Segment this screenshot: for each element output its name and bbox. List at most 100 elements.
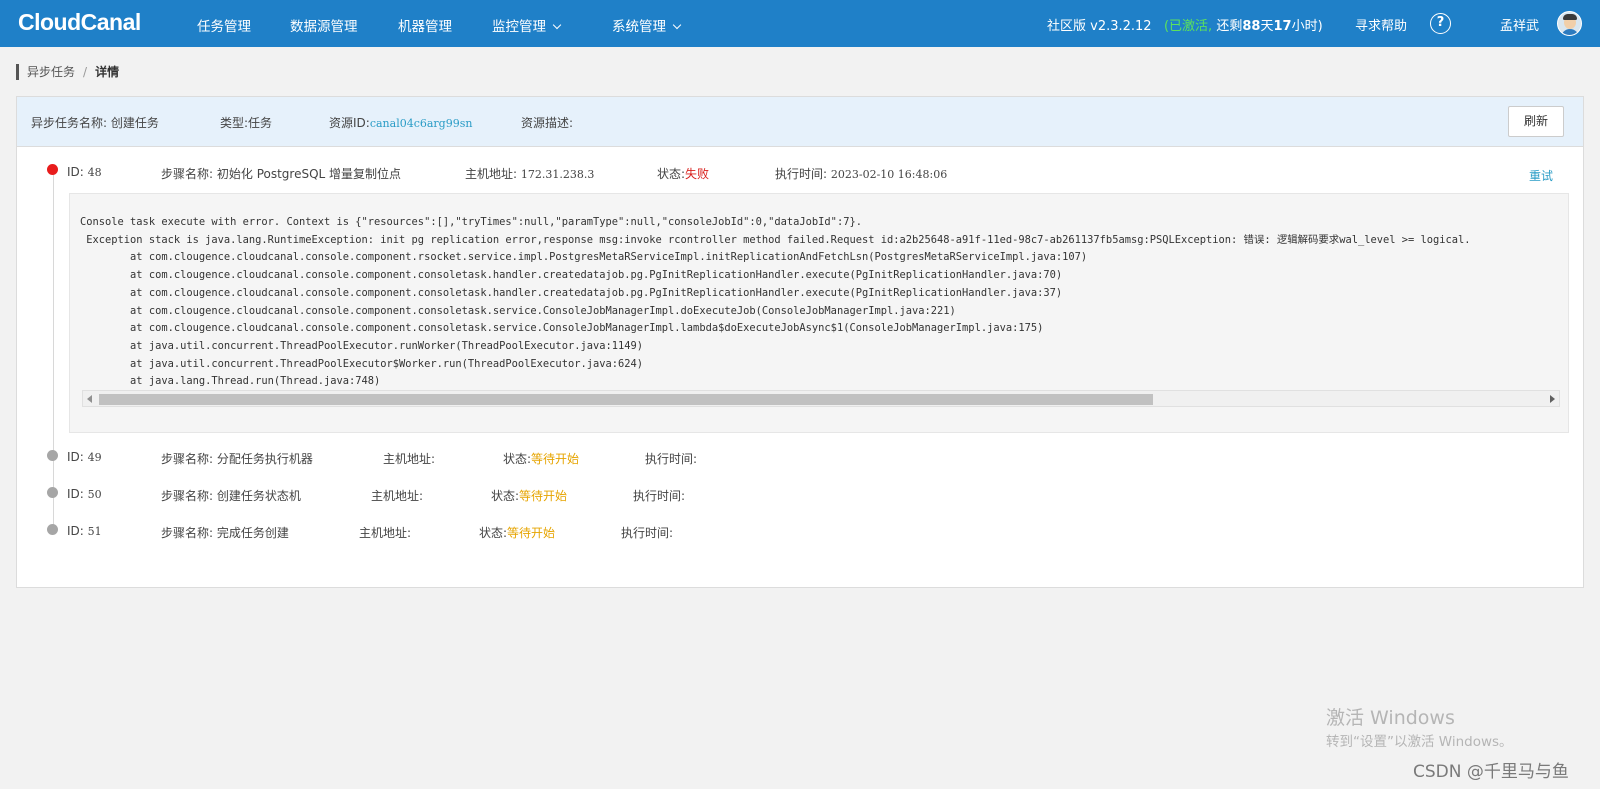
step-exec-time: 执行时间: [621, 524, 673, 541]
step-id-label: ID: [67, 487, 84, 501]
step-host: 主机地址: [383, 450, 435, 467]
step-name: 步骤名称: 分配任务执行机器 [161, 450, 313, 467]
task-name: 异步任务名称: 创建任务 [31, 114, 159, 131]
step-id-label: ID: [67, 165, 84, 179]
breadcrumb-current: 详情 [95, 65, 120, 79]
error-log-box: Console task execute with error. Context… [69, 193, 1569, 433]
task-type: 类型:任务 [220, 114, 272, 131]
remain-suffix: 小时) [1291, 19, 1323, 34]
error-log-text[interactable]: Console task execute with error. Context… [80, 214, 1555, 394]
step-host: 主机地址: [359, 524, 411, 541]
step-id: ID: 48 [67, 165, 102, 179]
task-type-value: 任务 [248, 116, 273, 130]
resource-id-label: 资源ID: [329, 116, 370, 130]
log-line: at com.clougence.cloudcanal.console.comp… [80, 304, 956, 317]
log-line: at com.clougence.cloudcanal.console.comp… [80, 286, 1063, 299]
step-time-label: 执行时间: [645, 452, 698, 466]
scrollbar-thumb[interactable] [99, 394, 1153, 405]
nav-task-management[interactable]: 任务管理 [197, 15, 251, 35]
step-failed-dot [47, 164, 58, 175]
log-line: Console task execute with error. Context… [80, 216, 862, 228]
breadcrumb: 异步任务 / 详情 [16, 64, 119, 80]
step-time-label: 执行时间: [621, 526, 674, 540]
step-status-value: 等待开始 [531, 452, 580, 466]
step-status: 状态:等待开始 [491, 487, 567, 504]
log-line: Exception stack is java.lang.RuntimeExce… [80, 233, 1471, 246]
nav-machine-management[interactable]: 机器管理 [398, 15, 452, 35]
task-name-label: 异步任务名称: [31, 116, 108, 130]
step-host: 主机地址: [371, 487, 423, 504]
avatar[interactable] [1557, 11, 1582, 36]
step-exec-time: 执行时间: 2023-02-10 16:48:06 [775, 165, 947, 182]
step-exec-time: 执行时间: [633, 487, 685, 504]
refresh-button[interactable]: 刷新 [1508, 106, 1564, 137]
horizontal-scrollbar[interactable] [82, 390, 1560, 407]
step-status-value: 等待开始 [507, 526, 556, 540]
log-line: at com.clougence.cloudcanal.console.comp… [80, 269, 1063, 282]
chevron-down-icon [552, 20, 562, 30]
step-status: 状态:等待开始 [503, 450, 579, 467]
step-name: 步骤名称: 创建任务状态机 [161, 487, 301, 504]
avatar-hair [1563, 14, 1577, 20]
scroll-right-arrow-icon[interactable] [1550, 395, 1555, 403]
nav-label: 任务管理 [197, 19, 251, 35]
remain-hours: 17 [1273, 19, 1292, 34]
step-status-value: 等待开始 [519, 489, 568, 503]
task-type-label: 类型: [220, 116, 249, 130]
resource-desc: 资源描述: [521, 114, 573, 131]
nav-system-management[interactable]: 系统管理 [612, 15, 682, 35]
step-name-label: 步骤名称: [161, 489, 214, 503]
step-time-label: 执行时间: [633, 489, 686, 503]
nav-label: 监控管理 [492, 19, 546, 35]
question-mark-icon[interactable]: ? [1430, 13, 1451, 34]
scroll-left-arrow-icon[interactable] [87, 395, 92, 403]
step-name-label: 步骤名称: [161, 526, 214, 540]
log-line: at java.lang.Thread.run(Thread.java:748) [80, 375, 381, 388]
resource-id-link[interactable]: canal04c6arg99sn [370, 117, 473, 130]
resource-desc-label: 资源描述: [521, 116, 574, 130]
help-link[interactable]: 寻求帮助 [1355, 15, 1407, 34]
step-id-label: ID: [67, 524, 84, 538]
log-line: at com.clougence.cloudcanal.console.comp… [80, 251, 1088, 264]
windows-activation-subtitle: 转到“设置”以激活 Windows。 [1326, 734, 1513, 750]
remain-prefix: 还剩 [1216, 19, 1243, 34]
username[interactable]: 孟祥武 [1500, 15, 1539, 34]
step-host-value: 172.31.238.3 [520, 168, 595, 181]
breadcrumb-separator: / [83, 65, 88, 79]
step-name-label: 步骤名称: [161, 452, 214, 466]
nav-monitor-management[interactable]: 监控管理 [492, 15, 562, 35]
remaining-time: 还剩88天17小时) [1216, 19, 1322, 34]
nav-label: 机器管理 [398, 19, 452, 35]
resource-id: 资源ID:canal04c6arg99sn [329, 114, 472, 131]
log-line: at java.util.concurrent.ThreadPoolExecut… [80, 357, 644, 370]
log-line: at com.clougence.cloudcanal.console.comp… [80, 322, 1044, 335]
step-exec-time: 执行时间: [645, 450, 697, 467]
cloudcanal-logo[interactable]: CloudCanal [18, 9, 141, 36]
chevron-down-icon [672, 20, 682, 30]
edition-info: 社区版 v2.3.2.12 (已激活, 还剩88天17小时) [1047, 15, 1323, 34]
step-name: 步骤名称: 完成任务创建 [161, 524, 289, 541]
step-status-label: 状态: [491, 489, 520, 503]
log-line: at java.util.concurrent.ThreadPoolExecut… [80, 339, 644, 352]
top-nav-bar: CloudCanal 任务管理 数据源管理 机器管理 监控管理 系统管理 社区版… [0, 0, 1600, 47]
remain-days: 88 [1242, 19, 1261, 34]
avatar-body [1561, 29, 1579, 35]
activation-status: (已激活, [1163, 19, 1213, 34]
timeline-line [53, 172, 54, 527]
breadcrumb-async-tasks[interactable]: 异步任务 [27, 65, 75, 79]
task-info-bar: 异步任务名称: 创建任务 类型:任务 资源ID:canal04c6arg99sn… [17, 97, 1583, 147]
step-host-label: 主机地址: [383, 452, 436, 466]
step-id-value: 48 [87, 166, 102, 179]
retry-link[interactable]: 重试 [1529, 167, 1553, 184]
nav-label: 数据源管理 [290, 19, 358, 35]
step-name-value: 完成任务创建 [216, 526, 289, 540]
nav-datasource-management[interactable]: 数据源管理 [290, 15, 358, 35]
step-name-value: 创建任务状态机 [216, 489, 301, 503]
step-name: 步骤名称: 初始化 PostgreSQL 增量复制位点 [161, 165, 401, 182]
step-waiting-dot [47, 487, 58, 498]
edition-version: 社区版 v2.3.2.12 [1047, 19, 1152, 34]
step-id-value: 50 [87, 488, 102, 501]
step-waiting-dot [47, 524, 58, 535]
nav-label: 系统管理 [612, 19, 666, 35]
step-host: 主机地址: 172.31.238.3 [465, 165, 594, 182]
